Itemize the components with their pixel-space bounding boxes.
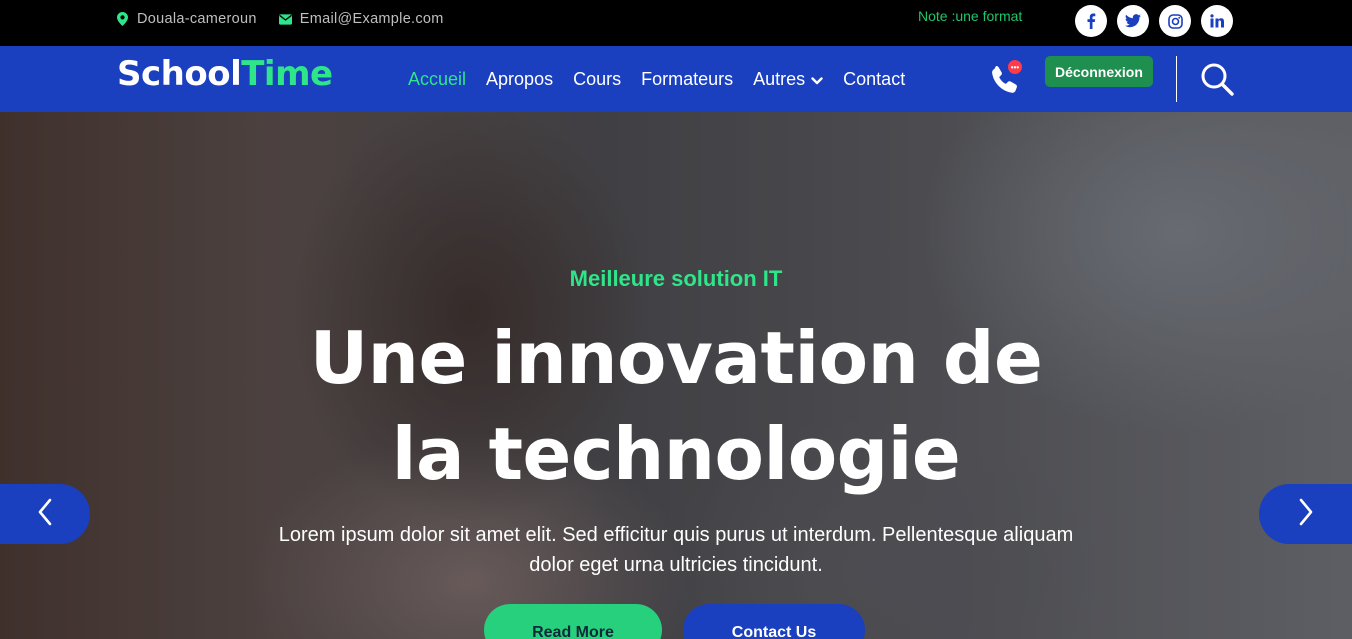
nav-item-apropos[interactable]: Apropos bbox=[486, 69, 553, 90]
search-icon[interactable] bbox=[1200, 62, 1234, 96]
nav-item-formateurs[interactable]: Formateurs bbox=[641, 69, 733, 90]
nav-item-accueil[interactable]: Accueil bbox=[408, 69, 466, 90]
facebook-icon[interactable] bbox=[1075, 5, 1107, 37]
nav-item-cours[interactable]: Cours bbox=[573, 69, 621, 90]
twitter-icon[interactable] bbox=[1117, 5, 1149, 37]
chevron-down-icon bbox=[811, 69, 823, 90]
linkedin-icon[interactable] bbox=[1201, 5, 1233, 37]
nav-divider bbox=[1176, 56, 1177, 102]
carousel-prev-button[interactable] bbox=[0, 484, 90, 544]
instagram-icon[interactable] bbox=[1159, 5, 1191, 37]
carousel-next-button[interactable] bbox=[1259, 484, 1352, 544]
hero-description: Lorem ipsum dolor sit amet elit. Sed eff… bbox=[278, 524, 1074, 576]
note-text: Note :une format bbox=[918, 8, 1023, 24]
email-info: Email@Example.com bbox=[278, 11, 444, 27]
site-logo[interactable]: SchoolTime bbox=[117, 54, 333, 94]
nav-item-contact[interactable]: Contact bbox=[843, 69, 905, 90]
nav-item-autres-label: Autres bbox=[753, 68, 806, 89]
chevron-left-icon bbox=[37, 498, 53, 531]
map-marker-icon bbox=[116, 12, 129, 26]
nav-menu: Accueil Apropos Cours Formateurs Autres … bbox=[408, 46, 905, 112]
logo-part-time: Time bbox=[241, 54, 333, 94]
contact-info: Douala-cameroun Email@Example.com bbox=[116, 0, 444, 38]
logo-part-school: School bbox=[117, 54, 242, 94]
hero-carousel: Meilleure solution IT Une innovation de … bbox=[0, 112, 1352, 639]
hero-kicker: Meilleure solution IT bbox=[569, 266, 783, 291]
location-info: Douala-cameroun bbox=[116, 11, 257, 27]
chat-badge-icon: ••• bbox=[1008, 60, 1022, 74]
social-links bbox=[1075, 5, 1233, 37]
contact-us-button[interactable]: Contact Us bbox=[683, 604, 865, 639]
nav-item-autres[interactable]: Autres bbox=[753, 69, 823, 90]
main-navbar: SchoolTime Accueil Apropos Cours Formate… bbox=[0, 46, 1352, 112]
hero-content: Meilleure solution IT Une innovation de … bbox=[0, 112, 1352, 639]
hero-title: Une innovation de la technologie bbox=[309, 316, 1043, 496]
email-text[interactable]: Email@Example.com bbox=[300, 11, 444, 27]
envelope-icon bbox=[278, 13, 292, 26]
chevron-right-icon bbox=[1298, 498, 1314, 531]
location-text: Douala-cameroun bbox=[137, 11, 257, 27]
logout-button[interactable]: Déconnexion bbox=[1045, 56, 1153, 87]
top-bar: Douala-cameroun Email@Example.com Note :… bbox=[0, 0, 1352, 46]
read-more-button[interactable]: Read More bbox=[484, 604, 662, 639]
phone-icon[interactable]: ••• bbox=[988, 60, 1024, 98]
